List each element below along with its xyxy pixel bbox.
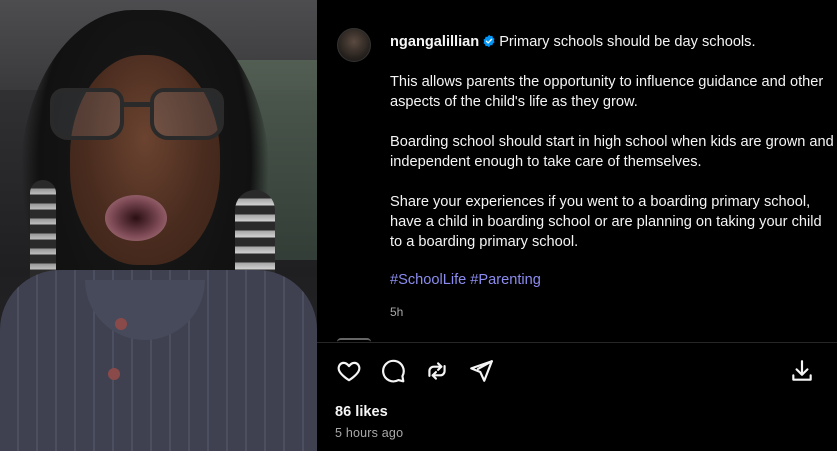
comment-icon bbox=[382, 359, 405, 383]
verified-badge-icon bbox=[483, 34, 495, 48]
username-link[interactable]: ngangalillian bbox=[390, 34, 479, 50]
repost-icon bbox=[428, 362, 446, 380]
glasses bbox=[50, 88, 225, 144]
post-timestamp: 5 hours ago bbox=[335, 426, 404, 440]
caption-section: ngangalillian Primary schools should be … bbox=[337, 28, 837, 342]
shirt-button bbox=[108, 368, 120, 380]
caption-paragraph: Boarding school should start in high sch… bbox=[390, 134, 834, 170]
like-button[interactable] bbox=[334, 356, 364, 386]
repost-button[interactable] bbox=[422, 356, 452, 386]
caption-title: Primary schools should be day schools. bbox=[499, 34, 756, 50]
hashtag-link[interactable]: #SchoolLife bbox=[390, 272, 466, 288]
shirt-button bbox=[115, 318, 127, 330]
send-icon bbox=[470, 360, 493, 382]
download-button[interactable] bbox=[787, 356, 817, 386]
caption-text: ngangalillian Primary schools should be … bbox=[390, 32, 835, 322]
glasses-lens-right bbox=[150, 88, 224, 140]
caption-first-line: ngangalillian Primary schools should be … bbox=[390, 32, 835, 52]
likes-count[interactable]: 86 likes bbox=[335, 404, 388, 420]
caption-paragraph: This allows parents the opportunity to i… bbox=[390, 74, 824, 110]
glasses-bridge bbox=[122, 102, 152, 107]
hashtags: #SchoolLife #Parenting bbox=[390, 270, 835, 290]
caption-paragraph: Share your experiences if you went to a … bbox=[390, 194, 822, 250]
caption-timestamp: 5h bbox=[390, 305, 404, 319]
post-image bbox=[0, 0, 317, 451]
hashtag-link[interactable]: #Parenting bbox=[470, 272, 541, 288]
divider bbox=[317, 342, 837, 343]
glasses-lens-left bbox=[50, 88, 124, 140]
action-bar bbox=[334, 356, 824, 388]
mouth bbox=[105, 195, 167, 241]
avatar[interactable] bbox=[337, 28, 371, 62]
comment-button[interactable] bbox=[378, 356, 408, 386]
post-details-panel: ngangalillian Primary schools should be … bbox=[317, 0, 837, 451]
heart-icon bbox=[337, 361, 361, 382]
send-button[interactable] bbox=[466, 356, 496, 386]
download-icon bbox=[792, 360, 812, 381]
